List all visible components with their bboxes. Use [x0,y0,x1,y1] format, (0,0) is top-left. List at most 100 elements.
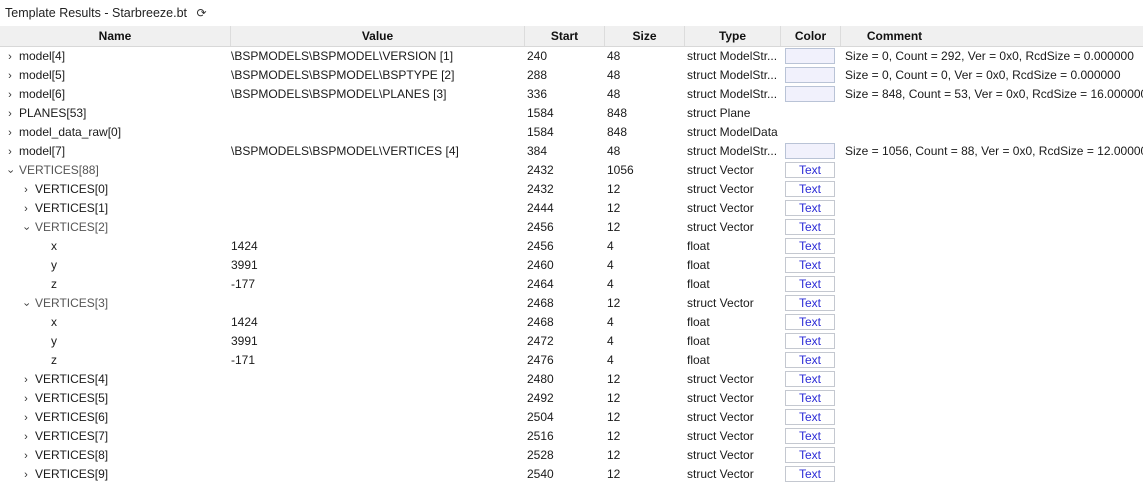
table-row[interactable]: › model[5] \BSPMODELS\BSPMODEL\BSPTYPE [2]… [0,66,1143,85]
name-cell: › PLANES[53] [0,104,234,123]
color-text-button[interactable]: Text [785,428,835,444]
table-row[interactable]: y 3991 2472 4 float Text [0,332,1143,351]
table-row[interactable]: › VERTICES[6] 2504 12 struct Vector Text [0,408,1143,427]
table-row[interactable]: x 1424 2468 4 float Text [0,313,1143,332]
color-text-button[interactable]: Text [785,371,835,387]
column-header-start[interactable]: Start [525,26,605,46]
table-row[interactable]: › VERTICES[2] 2456 12 struct Vector Text [0,218,1143,237]
chevron-right-icon[interactable]: › [20,200,32,218]
table-row[interactable]: z -171 2476 4 float Text [0,351,1143,370]
value-cell: 3991 [231,258,258,272]
color-text-button[interactable]: Text [785,295,835,311]
comment-cell [845,427,1143,446]
refresh-icon[interactable]: ⟳ [197,0,207,26]
chevron-right-icon[interactable]: › [20,181,32,199]
color-text-button[interactable]: Text [785,333,835,349]
chevron-down-icon[interactable]: › [1,166,20,178]
comment-cell [845,237,1143,256]
chevron-right-icon[interactable]: › [4,105,16,123]
size-cell: 4 [607,315,614,329]
row-name: x [51,239,57,253]
table-row[interactable]: x 1424 2456 4 float Text [0,237,1143,256]
color-text-button[interactable]: Text [785,314,835,330]
chevron-right-icon[interactable]: › [20,371,32,389]
chevron-right-icon[interactable]: › [4,86,16,104]
start-cell: 2456 [527,220,554,234]
table-row[interactable]: › VERTICES[7] 2516 12 struct Vector Text [0,427,1143,446]
size-cell: 12 [607,391,621,405]
column-header-comment[interactable]: Comment [841,26,948,46]
column-header-color[interactable]: Color [781,26,841,46]
table-row[interactable]: › VERTICES[88] 2432 1056 struct Vector Text [0,161,1143,180]
start-cell: 2516 [527,429,554,443]
table-row[interactable]: › VERTICES[8] 2528 12 struct Vector Text [0,446,1143,465]
color-text-button[interactable]: Text [785,238,835,254]
color-text-button[interactable]: Text [785,447,835,463]
column-header-value[interactable]: Value [231,26,525,46]
color-text-button[interactable]: Text [785,390,835,406]
color-swatch[interactable] [785,48,835,64]
table-row[interactable]: › model_data_raw[0] 1584 848 struct ModelDat… [0,123,1143,142]
value-cell: -177 [231,277,256,291]
color-text-button[interactable]: Text [785,200,835,216]
table-row[interactable]: › VERTICES[1] 2444 12 struct Vector Text [0,199,1143,218]
color-swatch[interactable] [785,67,835,83]
color-text-button[interactable]: Text [785,466,835,482]
value-cell [231,408,521,427]
chevron-down-icon[interactable]: › [17,223,36,235]
chevron-right-icon[interactable]: › [20,466,32,484]
chevron-right-icon[interactable]: › [4,48,16,66]
table-row[interactable]: › model[4] \BSPMODELS\BSPMODEL\VERSION [1]… [0,47,1143,66]
color-text-button[interactable]: Text [785,409,835,425]
color-text-button[interactable]: Text [785,257,835,273]
start-cell: 2492 [527,391,554,405]
comment-cell [845,446,1143,465]
color-cell: Text [785,351,837,370]
size-cell: 12 [607,410,621,424]
type-cell: struct Vector [687,429,754,443]
start-cell: 2456 [527,239,554,253]
color-text-button[interactable]: Text [785,219,835,235]
table-row[interactable]: › PLANES[53] 1584 848 struct Plane [0,104,1143,123]
chevron-down-icon[interactable]: › [17,299,36,311]
comment-cell: Size = 1056, Count = 88, Ver = 0x0, RcdS… [845,144,1143,158]
table-row[interactable]: › VERTICES[3] 2468 12 struct Vector Text [0,294,1143,313]
value-cell [231,446,521,465]
name-cell: › VERTICES[88] [0,161,234,180]
size-cell: 12 [607,429,621,443]
row-name: y [51,258,57,272]
table-row[interactable]: › VERTICES[5] 2492 12 struct Vector Text [0,389,1143,408]
table-row[interactable]: › model[7] \BSPMODELS\BSPMODEL\VERTICES [4… [0,142,1143,161]
size-cell: 4 [607,277,614,291]
chevron-right-icon[interactable]: › [20,409,32,427]
chevron-right-icon[interactable]: › [4,143,16,161]
row-name: y [51,334,57,348]
comment-cell: Size = 0, Count = 292, Ver = 0x0, RcdSiz… [845,49,1134,63]
table-row[interactable]: y 3991 2460 4 float Text [0,256,1143,275]
chevron-right-icon[interactable]: › [20,447,32,465]
table-row[interactable]: › VERTICES[4] 2480 12 struct Vector Text [0,370,1143,389]
color-text-button[interactable]: Text [785,352,835,368]
name-cell: › VERTICES[7] [0,427,250,446]
table-row[interactable]: z -177 2464 4 float Text [0,275,1143,294]
comment-cell [845,294,1143,313]
color-swatch[interactable] [785,86,835,102]
color-text-button[interactable]: Text [785,276,835,292]
chevron-right-icon[interactable]: › [4,67,16,85]
size-cell: 12 [607,182,621,196]
column-header-type[interactable]: Type [685,26,781,46]
color-text-button[interactable]: Text [785,162,835,178]
size-cell: 12 [607,296,621,310]
comment-cell [845,313,1143,332]
color-text-button[interactable]: Text [785,181,835,197]
chevron-right-icon[interactable]: › [20,390,32,408]
table-row[interactable]: › model[6] \BSPMODELS\BSPMODEL\PLANES [3] 3… [0,85,1143,104]
table-row[interactable]: › VERTICES[9] 2540 12 struct Vector Text [0,465,1143,484]
color-swatch[interactable] [785,143,835,159]
value-cell [231,218,521,237]
chevron-right-icon[interactable]: › [20,428,32,446]
table-row[interactable]: › VERTICES[0] 2432 12 struct Vector Text [0,180,1143,199]
chevron-right-icon[interactable]: › [4,124,16,142]
column-header-name[interactable]: Name [0,26,231,46]
column-header-size[interactable]: Size [605,26,685,46]
